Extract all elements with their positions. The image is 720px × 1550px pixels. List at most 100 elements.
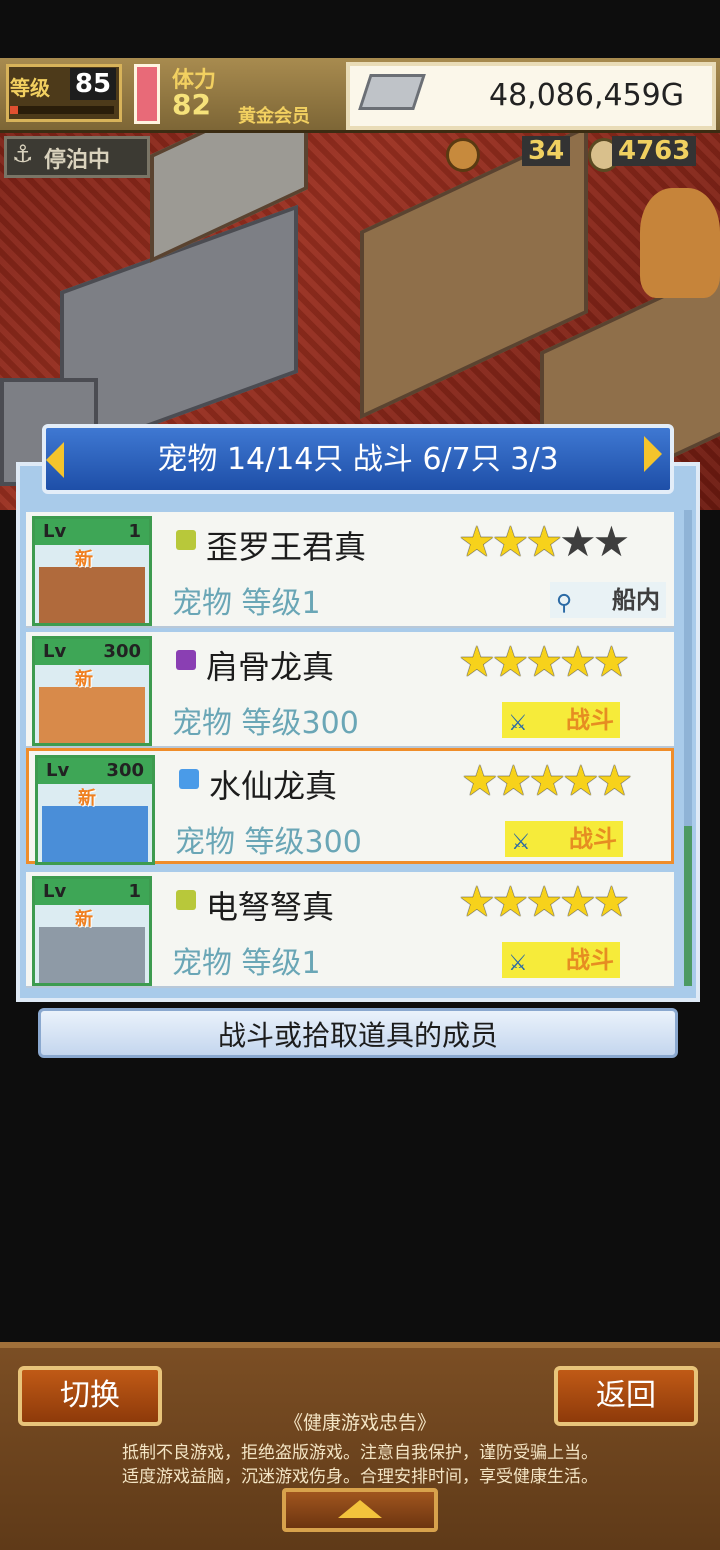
star-icon: ★ <box>525 517 563 566</box>
anchor-status-label: 停泊中 <box>44 148 111 173</box>
level-tag-prefix: Lv <box>46 760 70 781</box>
status-badge[interactable]: ⚔ 战斗 <box>505 821 623 857</box>
pet-row[interactable]: Lv 1 新电弩弩真 ★★★★★ 宠物 等级1 ⚔ 战斗 <box>26 872 674 988</box>
anchor-icon: ⚓ <box>12 140 34 168</box>
status-badge[interactable]: ⚔ 战斗 <box>502 702 620 738</box>
star-icon: ★ <box>561 756 600 805</box>
page-next-arrow-icon[interactable] <box>644 436 662 472</box>
pet-portrait: Lv 300 新 <box>32 636 152 746</box>
star-icon: ★ <box>592 877 631 926</box>
level-tag: Lv 300 <box>38 758 152 784</box>
level-tag-value: 300 <box>106 760 144 781</box>
star-icon: ★ <box>525 637 563 686</box>
pet-name: 歪罗王君真 <box>206 528 367 566</box>
level-tag-value: 300 <box>103 641 141 662</box>
star-icon: ★ <box>458 517 496 566</box>
star-icon: ★ <box>491 517 530 566</box>
health-notice-line-1: 抵制不良游戏，拒绝盗版游戏。注意自我保护，谨防受骗上当。 <box>122 1443 598 1463</box>
stamina-gauge <box>134 64 160 124</box>
pet-sprite <box>39 927 145 983</box>
new-tag: 新 <box>75 549 93 570</box>
star-icon: ★ <box>592 637 631 686</box>
level-tag-value: 1 <box>128 521 141 542</box>
level-tag-value: 1 <box>128 881 141 902</box>
page-prev-arrow-icon[interactable] <box>46 442 64 478</box>
star-icon: ★ <box>458 637 496 686</box>
new-tag: 新 <box>75 909 93 930</box>
magnifier-icon: ⚲ <box>556 591 573 616</box>
pet-sprite <box>39 687 145 743</box>
food-icon <box>446 138 480 172</box>
element-icon <box>176 650 196 670</box>
star-rating: ★★★★★ <box>458 637 631 686</box>
pet-name: 肩骨龙真 <box>206 648 335 686</box>
gold-amount: 48,086,459G <box>488 78 684 113</box>
element-icon <box>176 890 196 910</box>
health-notice-line-2: 适度游戏益脑，沉迷游戏伤身。合理安排时间，享受健康生活。 <box>122 1467 598 1487</box>
level-tag: Lv 1 <box>35 519 149 545</box>
new-tag: 新 <box>78 788 96 809</box>
pet-sprite <box>39 567 145 623</box>
level-progress-bar <box>10 106 114 114</box>
resource-count-1: 34 <box>522 136 571 166</box>
level-tag: Lv 1 <box>35 879 149 905</box>
star-icon: ★ <box>458 877 496 926</box>
member-badge: 黄金会员 <box>238 106 310 127</box>
star-icon: ★ <box>558 877 597 926</box>
element-icon <box>176 530 196 550</box>
star-rating: ★★★★★ <box>458 877 631 926</box>
new-tag: 新 <box>75 669 93 690</box>
pet-subtitle: 宠物 等级300 <box>175 825 362 860</box>
status-badge[interactable]: ⚲ 船内 <box>550 582 666 618</box>
pet-portrait: Lv 1 新 <box>32 516 152 626</box>
dragon-figure <box>640 188 720 298</box>
star-rating: ★★★★★ <box>458 517 631 566</box>
pet-subtitle: 宠物 等级300 <box>172 706 359 741</box>
status-label: 战斗 <box>566 706 614 734</box>
pet-row[interactable]: Lv 1 新歪罗王君真 ★★★★★ 宠物 等级1 ⚲ 船内 <box>26 512 674 628</box>
pet-portrait: Lv 1 新 <box>32 876 152 986</box>
pet-name: 水仙龙真 <box>209 767 338 805</box>
star-icon: ★ <box>528 756 566 805</box>
silver-ingot-icon <box>358 74 426 110</box>
level-tag-prefix: Lv <box>43 641 67 662</box>
star-icon: ★ <box>525 877 563 926</box>
pet-sprite <box>42 806 148 862</box>
star-icon: ★ <box>595 756 634 805</box>
sword-icon: ⚔ <box>508 951 528 976</box>
level-value: 85 <box>70 68 116 100</box>
level-tag-prefix: Lv <box>43 881 67 902</box>
resource-count-2: 4763 <box>612 136 697 166</box>
level-progress-fill <box>10 106 18 114</box>
star-icon: ★ <box>558 637 597 686</box>
pet-portrait: Lv 300 新 <box>35 755 155 865</box>
star-icon: ★ <box>592 517 631 566</box>
star-icon: ★ <box>461 756 499 805</box>
sword-icon: ⚔ <box>511 830 531 855</box>
star-icon: ★ <box>494 756 533 805</box>
pet-row[interactable]: Lv 300 新水仙龙真 ★★★★★ 宠物 等级300 ⚔ 战斗 <box>26 748 674 865</box>
sword-icon: ⚔ <box>508 711 528 736</box>
pet-subtitle: 宠物 等级1 <box>172 586 321 621</box>
level-label: 等级 <box>10 76 50 100</box>
health-notice-title: 《健康游戏忠告》 <box>283 1412 436 1434</box>
status-label: 战斗 <box>569 825 617 853</box>
star-rating: ★★★★★ <box>461 756 634 805</box>
level-tag: Lv 300 <box>35 639 149 665</box>
status-badge[interactable]: ⚔ 战斗 <box>502 942 620 978</box>
star-icon: ★ <box>558 517 597 566</box>
star-icon: ★ <box>491 877 530 926</box>
triangle-up-icon <box>338 1500 382 1518</box>
element-icon <box>179 769 199 789</box>
pet-row[interactable]: Lv 300 新肩骨龙真 ★★★★★ 宠物 等级300 ⚔ 战斗 <box>26 632 674 748</box>
level-tag-prefix: Lv <box>43 521 67 542</box>
pet-subtitle: 宠物 等级1 <box>172 946 321 981</box>
stamina-value: 82 <box>172 88 211 121</box>
status-label: 战斗 <box>566 946 614 974</box>
status-label: 船内 <box>612 586 660 614</box>
list-scroll-thumb[interactable] <box>684 826 692 986</box>
pet-name: 电弩弩真 <box>206 888 335 926</box>
list-header-text: 宠物 14/14只 战斗 6/7只 3/3 <box>157 442 559 477</box>
star-icon: ★ <box>491 637 530 686</box>
description-text: 战斗或拾取道具的成员 <box>217 1019 498 1052</box>
